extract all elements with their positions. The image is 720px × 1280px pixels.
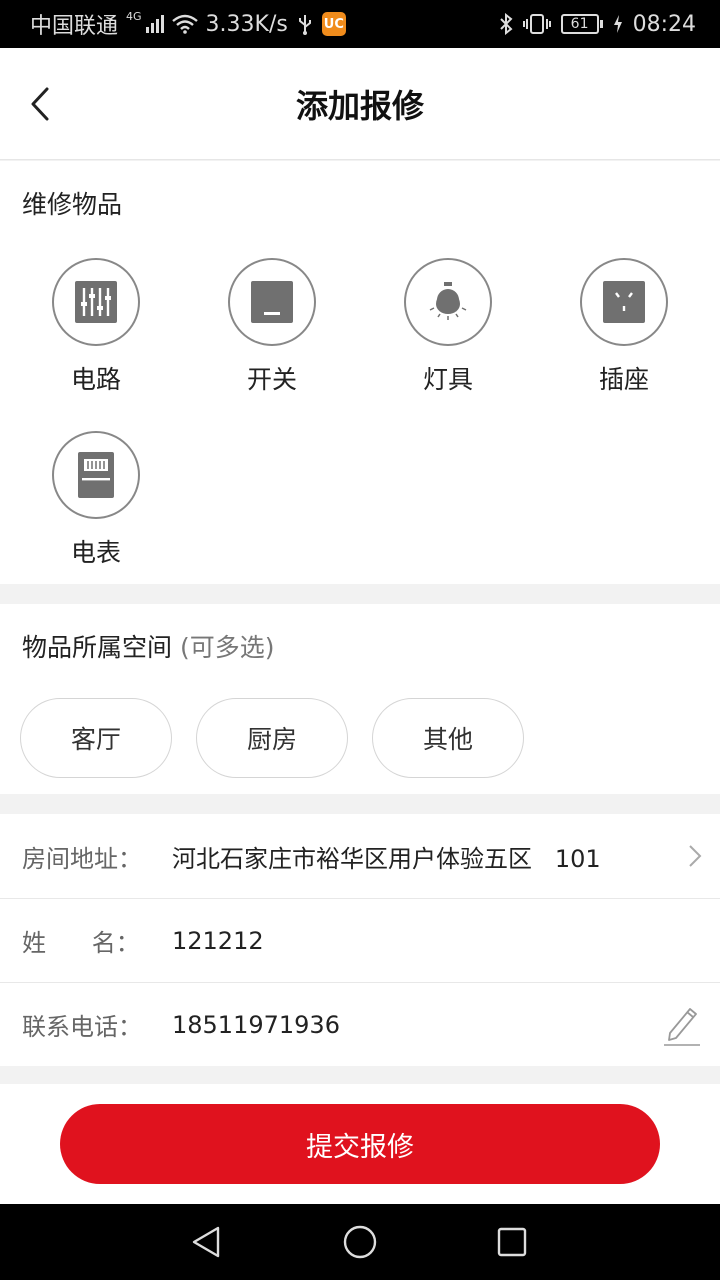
space-option-kitchen[interactable]: 厨房 <box>196 698 348 778</box>
lamp-icon <box>429 282 467 320</box>
name-label: 姓 名： <box>22 929 140 957</box>
address-label: 房间地址： <box>22 844 142 873</box>
uc-browser-icon: UC <box>321 12 346 36</box>
network-speed: 3.33K/s <box>205 11 288 37</box>
repair-items-section: 维修物品 电路 开关 灯具 插座 电表 <box>0 161 720 584</box>
contact-info-section: 房间地址： 河北石家庄市裕华区用户体验五区 101 姓 名： 121212 联系… <box>0 814 720 1066</box>
phone-row: 联系电话： 18511971936 <box>0 982 720 1066</box>
charging-icon <box>613 15 622 33</box>
item-label: 插座 <box>598 365 649 394</box>
section-title-text: 物品所属空间 <box>22 633 173 662</box>
space-option-living-room[interactable]: 客厅 <box>20 698 172 778</box>
bluetooth-icon <box>499 13 513 35</box>
item-lamp[interactable]: 灯具 <box>393 258 503 396</box>
item-label: 电路 <box>70 365 121 394</box>
name-value: 121212 <box>172 926 264 955</box>
nav-back-icon[interactable] <box>186 1222 226 1262</box>
carrier-name: 中国联通 <box>30 14 119 39</box>
signal-icon <box>145 15 164 33</box>
section-title: 维修物品 <box>22 190 123 219</box>
back-arrow-icon <box>31 87 49 121</box>
chevron-right-icon <box>688 814 702 898</box>
nav-recents-icon[interactable] <box>492 1222 532 1262</box>
item-switch[interactable]: 开关 <box>217 258 327 396</box>
footer: 提交报修 <box>0 1084 720 1204</box>
item-circuit[interactable]: 电路 <box>41 258 151 396</box>
usb-icon <box>298 15 311 35</box>
page-title: 添加报修 <box>295 86 424 125</box>
back-button[interactable] <box>20 82 60 126</box>
item-label: 开关 <box>246 365 297 394</box>
clock: 08:24 <box>632 11 696 37</box>
system-navigation-bar <box>0 1204 720 1280</box>
phone-label: 联系电话： <box>22 1013 142 1041</box>
address-value: 河北石家庄市裕华区用户体验五区 101 <box>172 844 601 873</box>
item-label: 灯具 <box>422 365 473 394</box>
vibrate-icon <box>522 14 551 34</box>
switch-icon <box>251 281 293 323</box>
wifi-icon <box>171 14 198 34</box>
item-socket[interactable]: 插座 <box>569 258 679 396</box>
network-type: 4G <box>126 9 142 23</box>
status-bar: 中国联通 4G 3.33K/s UC 61 08:24 <box>0 0 720 48</box>
address-row[interactable]: 房间地址： 河北石家庄市裕华区用户体验五区 101 <box>0 814 720 898</box>
circuit-icon <box>75 281 117 323</box>
item-meter[interactable]: 电表 <box>41 431 151 569</box>
socket-icon <box>603 281 645 323</box>
battery-icon: 61 <box>560 14 603 34</box>
phone-value: 18511971936 <box>172 1010 340 1039</box>
multi-select-hint: (可多选) <box>179 633 275 662</box>
item-label: 电表 <box>70 538 121 567</box>
section-title: 物品所属空间 (可多选) <box>22 628 274 664</box>
submit-repair-button[interactable]: 提交报修 <box>60 1104 660 1184</box>
space-section: 物品所属空间 (可多选) 客厅 厨房 其他 <box>0 604 720 794</box>
nav-home-icon[interactable] <box>340 1222 380 1262</box>
name-row: 姓 名： 121212 <box>0 898 720 982</box>
edit-pencil-icon[interactable] <box>662 983 702 1067</box>
space-option-other[interactable]: 其他 <box>372 698 524 778</box>
app-header: 添加报修 <box>0 48 720 160</box>
meter-icon <box>78 452 114 498</box>
